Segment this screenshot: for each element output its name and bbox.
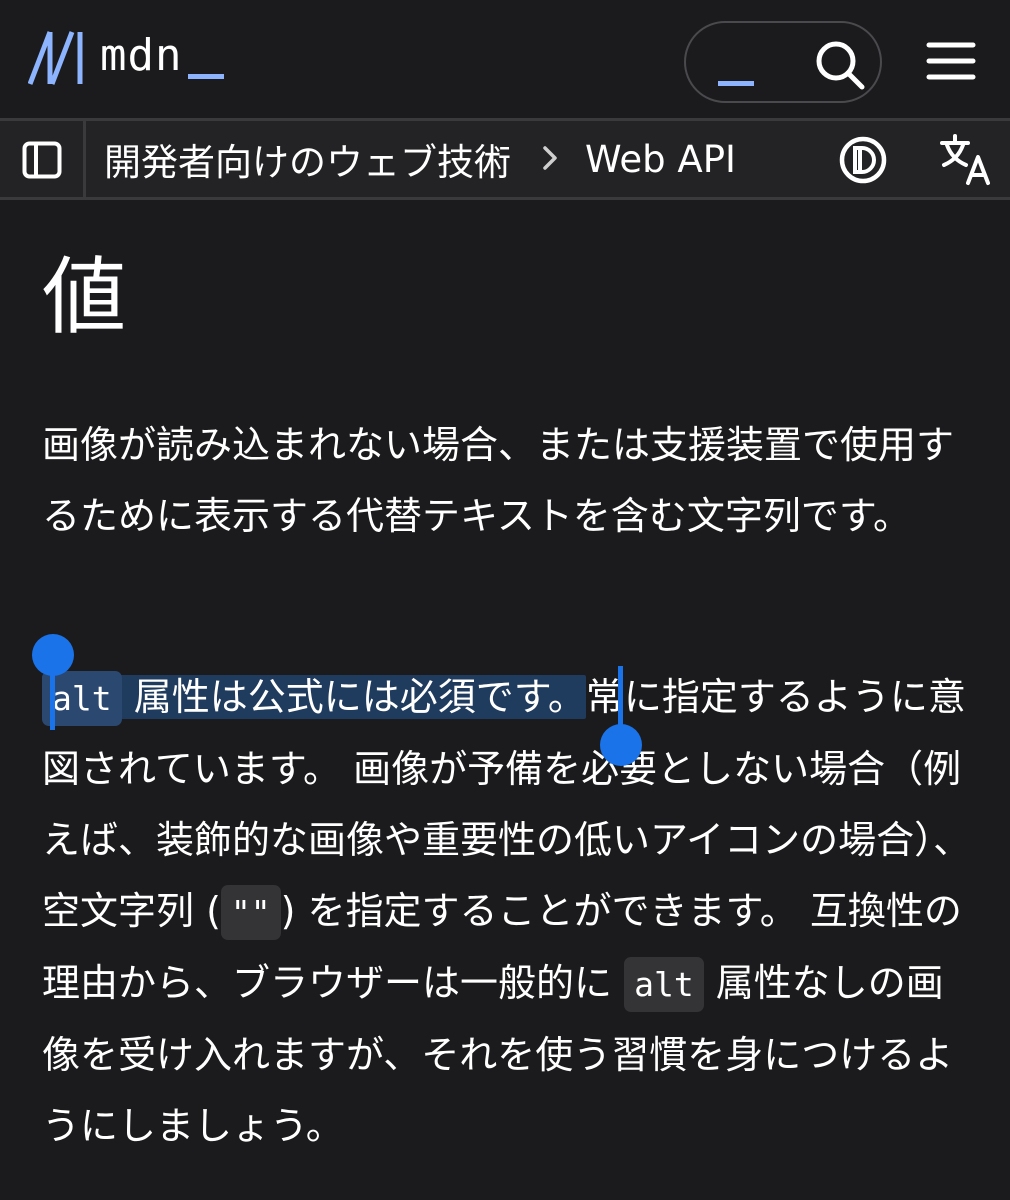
- hamburger-menu-icon[interactable]: [926, 40, 976, 82]
- logo-text: mdn: [100, 29, 183, 81]
- page-title: 値: [42, 248, 127, 346]
- selection-start-handle[interactable]: [32, 634, 74, 676]
- translate-icon[interactable]: [938, 133, 994, 187]
- paragraph-alt-note: alt 属性は公式には必須です。常に指定するように意図されています。 画像が予備…: [42, 662, 972, 1162]
- inline-code-empty-string: "": [220, 885, 281, 940]
- selected-text: 属性は公式には必須です。: [121, 675, 586, 719]
- search-icon: [816, 41, 865, 90]
- inline-code-alt: alt: [624, 957, 704, 1012]
- paragraph-description: 画像が読み込まれない場合、または支援装置で使用するために表示する代替テキストを含…: [42, 423, 955, 538]
- search-button[interactable]: [684, 21, 882, 103]
- breadcrumb-item-web-api[interactable]: Web API: [585, 138, 736, 181]
- sidebar-toggle-icon: [22, 141, 62, 179]
- top-navbar: mdn: [0, 0, 1010, 118]
- logo-underscore: [188, 73, 225, 79]
- mdn-logo[interactable]: mdn: [28, 28, 225, 88]
- sidebar-toggle-button[interactable]: [0, 121, 86, 197]
- mdn-logo-icon: [28, 31, 83, 85]
- text-selection[interactable]: alt 属性は公式には必須です。: [42, 671, 586, 726]
- search-cursor: [718, 81, 754, 86]
- chevron-right-icon: [541, 138, 559, 181]
- theme-toggle-icon[interactable]: [838, 135, 888, 185]
- breadcrumb-item-web-tech[interactable]: 開発者向けのウェブ技術: [104, 132, 511, 186]
- breadcrumb: 開発者向けのウェブ技術 Web API: [104, 121, 736, 197]
- breadcrumb-bar: 開発者向けのウェブ技術 Web API: [0, 118, 1010, 200]
- selection-end-handle[interactable]: [600, 724, 642, 766]
